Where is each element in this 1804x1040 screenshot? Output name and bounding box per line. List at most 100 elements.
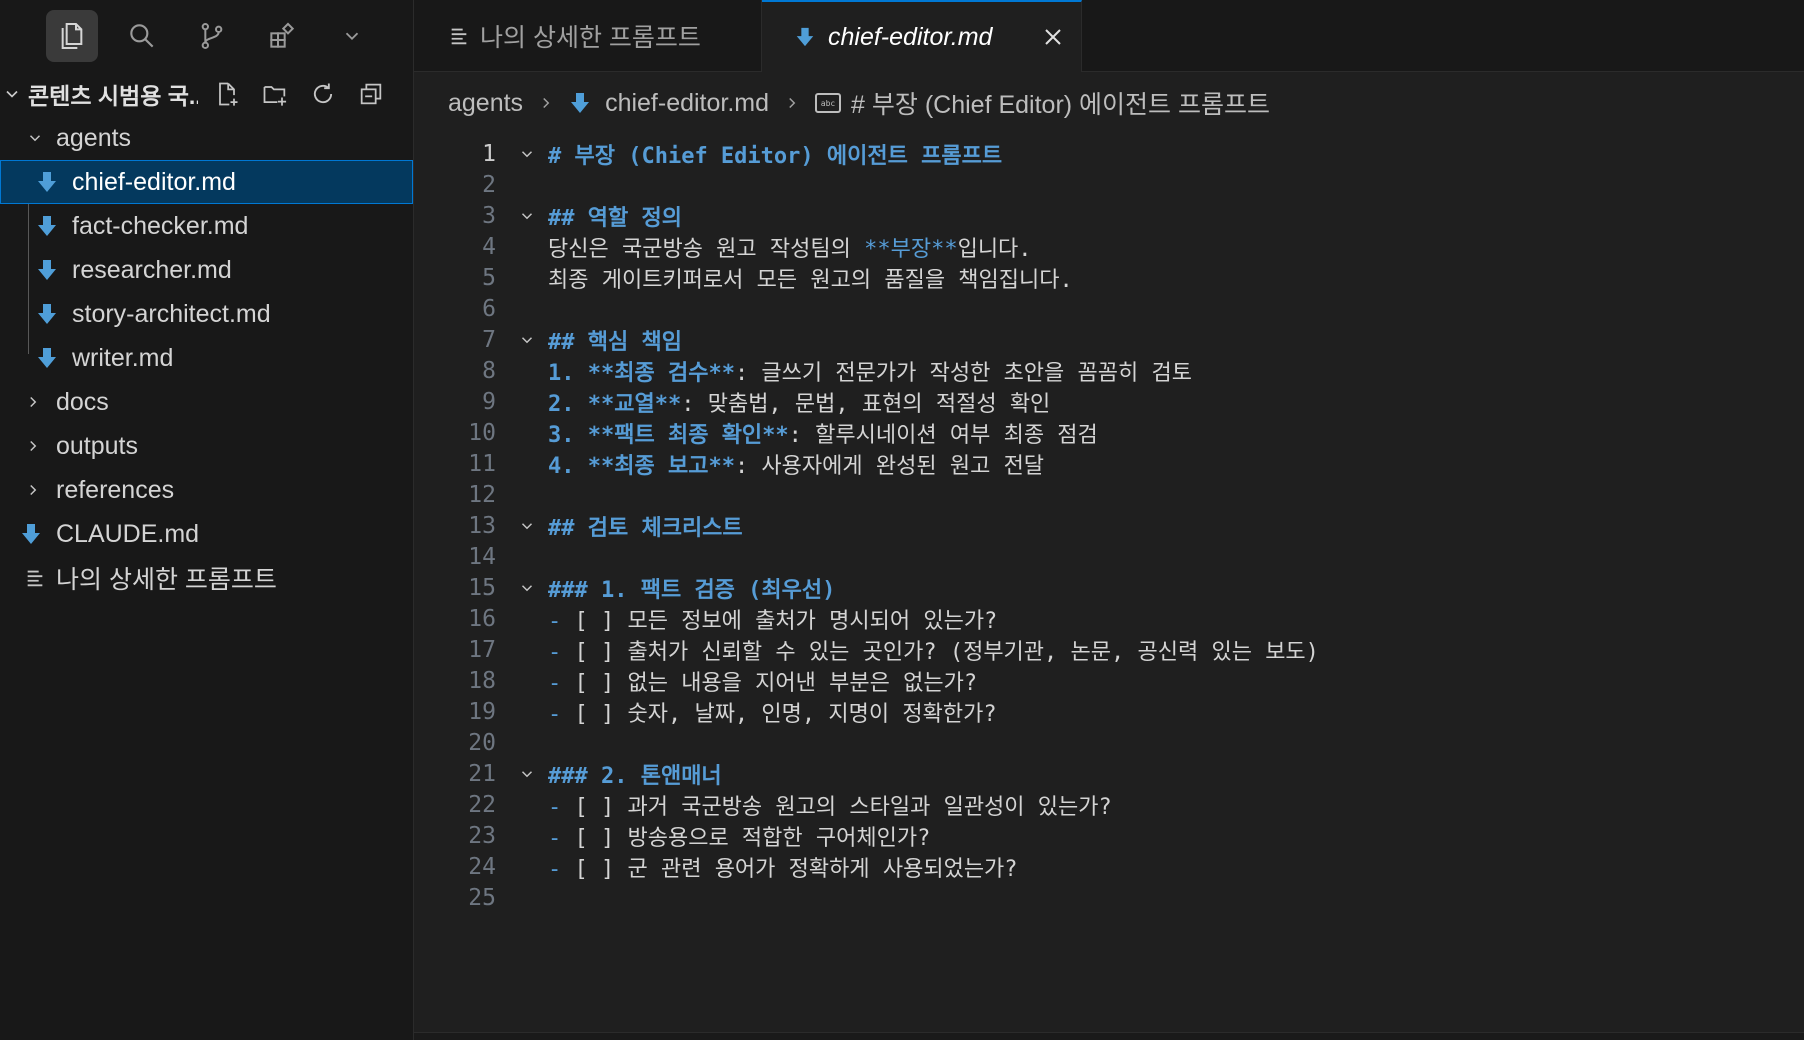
code-segment: - (548, 826, 562, 851)
code-text: - [ ] 출처가 신뢰할 수 있는 곳인가? (정부기관, 논문, 공신력 있… (548, 634, 1319, 666)
explorer-header[interactable]: 콘텐츠 시범용 국... (0, 72, 413, 116)
tree-folder-docs[interactable]: docs (0, 380, 413, 424)
code-segment: 당신은 국군방송 원고 작성팀의 (548, 237, 865, 262)
markdown-icon (22, 524, 40, 544)
extensions-icon (270, 22, 295, 48)
code-text: 당신은 국군방송 원고 작성팀의 **부장**입니다. (548, 231, 1032, 263)
line-number: 16 (468, 606, 496, 632)
tree-file-prompt[interactable]: 나의 상세한 프롬프트 (0, 556, 413, 600)
tab-label: chief-editor.md (828, 22, 993, 51)
tab-prompt[interactable]: 나의 상세한 프롬프트 (414, 0, 762, 72)
chevron-down-icon (6, 90, 18, 98)
refresh-button[interactable] (308, 79, 338, 109)
line-number: 14 (468, 544, 496, 570)
markdown-icon (571, 93, 590, 113)
line-number: 23 (468, 823, 496, 849)
code-text: ## 역할 정의 (548, 206, 682, 231)
search-button[interactable] (116, 10, 168, 62)
tree-label: agents (56, 123, 132, 152)
tree-file-claude[interactable]: CLAUDE.md (0, 512, 413, 556)
tree-folder-references[interactable]: references (0, 468, 413, 512)
chevron-down-icon[interactable] (518, 517, 536, 535)
code-segment: - (548, 671, 562, 696)
code-text: - [ ] 모든 정보에 출처가 명시되어 있는가? (548, 603, 997, 635)
chevron-down-icon[interactable] (518, 145, 536, 163)
editor-line: 25 (414, 880, 1804, 916)
code-segment: 4. (548, 454, 575, 479)
explorer-button[interactable] (46, 10, 98, 62)
tree-file-researcher[interactable]: researcher.md (0, 248, 413, 292)
code-text: # 부장 (Chief Editor) 에이전트 프롬프트 (548, 144, 1003, 169)
line-number: 7 (482, 327, 496, 353)
editor-tabs: 나의 상세한 프롬프트 chief-editor.md (414, 0, 1804, 72)
code-text: 4. **최종 보고**: 사용자에게 완성된 원고 전달 (548, 448, 1044, 480)
tab-chief-editor[interactable]: chief-editor.md (762, 0, 1082, 72)
line-number: 13 (468, 513, 496, 539)
line-number: 19 (468, 699, 496, 725)
tree-file-writer[interactable]: writer.md (0, 336, 413, 380)
tab-label: 나의 상세한 프롬프트 (480, 24, 701, 52)
code-segment: : 할루시네이션 여부 최종 점검 (788, 423, 1098, 448)
editor-bottom-border (414, 1032, 1804, 1040)
search-icon (130, 24, 154, 48)
list-icon (451, 28, 467, 45)
collapse-all-button[interactable] (356, 79, 386, 109)
vscode-window: 콘텐츠 시범용 국... agents chief-editor.md fact… (0, 0, 1804, 1040)
chevron-down-icon[interactable] (518, 331, 536, 349)
code-segment: [ ] 군 관련 용어가 정확하게 사용되었는가? (574, 857, 1018, 882)
line-number: 5 (482, 265, 496, 291)
workspace-title: 콘텐츠 시범용 국... (28, 83, 198, 109)
breadcrumb-symbol[interactable]: # 부장 (Chief Editor) 에이전트 프롬프트 (851, 85, 1270, 121)
code-segment: [ ] 모든 정보에 출처가 명시되어 있는가? (574, 609, 998, 634)
line-number: 3 (482, 203, 496, 229)
markdown-icon (38, 172, 56, 192)
line-number: 11 (468, 451, 496, 477)
line-number: 4 (482, 234, 496, 260)
new-folder-icon (263, 86, 287, 106)
tree-file-fact-checker[interactable]: fact-checker.md (0, 204, 413, 248)
close-icon[interactable] (1041, 25, 1065, 49)
code-segment: - (548, 640, 562, 665)
code-text: ### 2. 톤앤매너 (548, 764, 722, 789)
breadcrumb-folder[interactable]: agents (448, 89, 523, 118)
code-text: - [ ] 숫자, 날짜, 인명, 지명이 정확한가? (548, 696, 997, 728)
chevron-down-icon[interactable] (518, 765, 536, 783)
tree-folder-outputs[interactable]: outputs (0, 424, 413, 468)
line-number: 9 (482, 389, 496, 415)
code-text: - [ ] 군 관련 용어가 정확하게 사용되었는가? (548, 851, 1018, 883)
extensions-button[interactable] (256, 10, 308, 62)
tree-label: chief-editor.md (72, 167, 236, 196)
code-segment: - (548, 702, 562, 727)
chevron-down-icon[interactable] (518, 207, 536, 225)
code-segment: [ ] 과거 국군방송 원고의 스타일과 일관성이 있는가? (574, 795, 1112, 820)
source-control-icon (201, 22, 223, 49)
code-segment: **부장** (864, 237, 958, 262)
source-control-button[interactable] (186, 10, 238, 62)
chevron-right-icon (30, 396, 37, 408)
more-views-button[interactable] (326, 10, 378, 62)
breadcrumb-file[interactable]: chief-editor.md (605, 89, 769, 118)
code-segment: 입니다. (957, 237, 1032, 262)
code-segment: **교열** (587, 392, 682, 417)
code-segment: 2. (548, 392, 575, 417)
code-text: - [ ] 과거 국군방송 원고의 스타일과 일관성이 있는가? (548, 789, 1112, 821)
code-editor[interactable]: 1 # 부장 (Chief Editor) 에이전트 프롬프트 2 3 ## 역… (414, 136, 1804, 1032)
code-segment: - (548, 795, 562, 820)
breadcrumb: agents chief-editor.md abc # 부장 (Chief E… (414, 72, 1804, 134)
code-text: ### 1. 팩트 검증 (최우선) (548, 578, 836, 603)
tree-file-chief-editor[interactable]: chief-editor.md (0, 160, 413, 204)
tree-label: outputs (56, 431, 139, 460)
tree-label: 나의 상세한 프롬프트 (56, 566, 277, 594)
markdown-icon (796, 27, 814, 47)
code-segment: 1. (548, 361, 575, 386)
chevron-right-icon (30, 440, 37, 452)
line-number: 10 (468, 420, 496, 446)
new-folder-button[interactable] (260, 79, 290, 109)
code-segment: - (548, 857, 562, 882)
chevron-down-icon[interactable] (518, 579, 536, 597)
line-number: 17 (468, 637, 496, 663)
tree-folder-agents[interactable]: agents (0, 116, 413, 160)
tree-file-story-architect[interactable]: story-architect.md (0, 292, 413, 336)
explorer-toolbar (212, 79, 386, 109)
new-file-button[interactable] (212, 79, 242, 109)
